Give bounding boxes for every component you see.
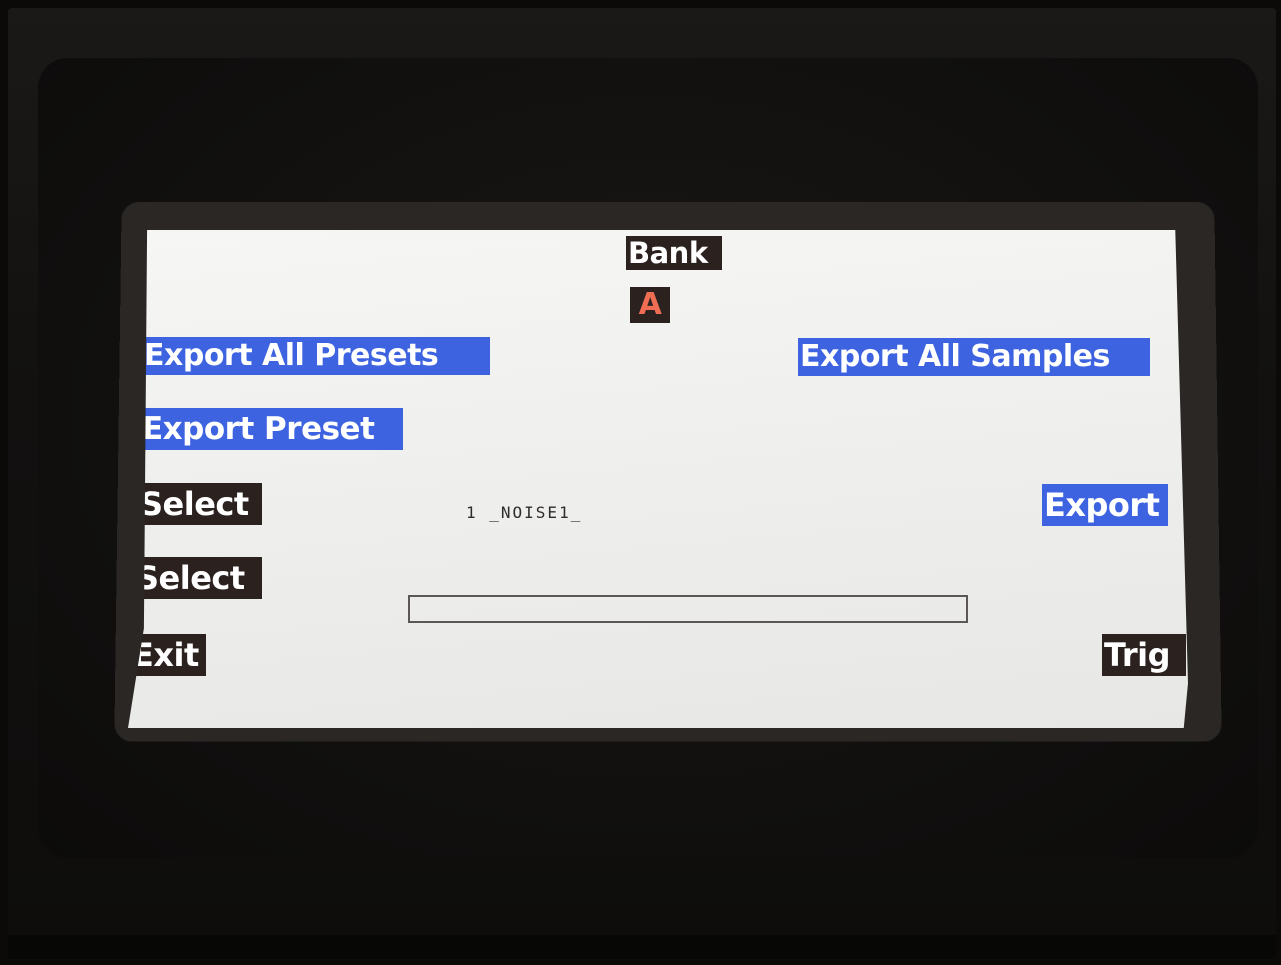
device-bottom-edge [8, 935, 1276, 959]
progress-bar [408, 595, 968, 623]
sample-name: 1 _NOISE1_ [466, 503, 583, 522]
export-preset-button[interactable]: Export Preset [140, 408, 403, 450]
bank-value[interactable]: A [630, 287, 670, 323]
export-all-samples-button[interactable]: Export All Samples [798, 338, 1150, 376]
select-button-1[interactable]: Select [138, 483, 262, 525]
export-all-presets-button[interactable]: Export All Presets [142, 337, 490, 375]
lcd-screen: Bank A Export All Presets Export All Sam… [128, 230, 1188, 728]
bank-label: Bank [626, 236, 722, 270]
trig-button[interactable]: Trig [1102, 634, 1186, 676]
select-button-2[interactable]: Select [134, 557, 262, 599]
export-button[interactable]: Export [1042, 484, 1168, 526]
